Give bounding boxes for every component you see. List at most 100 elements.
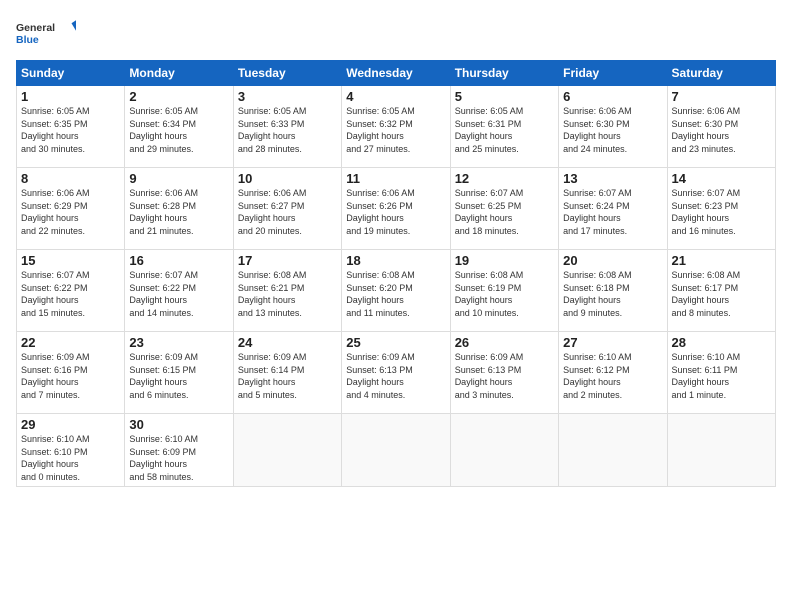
calendar-cell: 2 Sunrise: 6:05 AMSunset: 6:34 PMDayligh…: [125, 86, 233, 168]
calendar-week-3: 15 Sunrise: 6:07 AMSunset: 6:22 PMDaylig…: [17, 250, 776, 332]
day-number: 7: [672, 89, 771, 104]
day-number: 16: [129, 253, 228, 268]
day-info: Sunrise: 6:06 AMSunset: 6:27 PMDaylight …: [238, 188, 307, 236]
logo: General Blue: [16, 14, 76, 52]
calendar-cell: 21 Sunrise: 6:08 AMSunset: 6:17 PMDaylig…: [667, 250, 775, 332]
day-info: Sunrise: 6:06 AMSunset: 6:29 PMDaylight …: [21, 188, 90, 236]
day-number: 26: [455, 335, 554, 350]
day-number: 21: [672, 253, 771, 268]
day-info: Sunrise: 6:05 AMSunset: 6:33 PMDaylight …: [238, 106, 307, 154]
day-info: Sunrise: 6:07 AMSunset: 6:23 PMDaylight …: [672, 188, 741, 236]
weekday-header-thursday: Thursday: [450, 61, 558, 86]
day-info: Sunrise: 6:08 AMSunset: 6:21 PMDaylight …: [238, 270, 307, 318]
day-number: 29: [21, 417, 120, 432]
weekday-header-sunday: Sunday: [17, 61, 125, 86]
day-info: Sunrise: 6:08 AMSunset: 6:20 PMDaylight …: [346, 270, 415, 318]
calendar-cell: 30 Sunrise: 6:10 AMSunset: 6:09 PMDaylig…: [125, 414, 233, 487]
day-info: Sunrise: 6:08 AMSunset: 6:18 PMDaylight …: [563, 270, 632, 318]
calendar-cell: 27 Sunrise: 6:10 AMSunset: 6:12 PMDaylig…: [559, 332, 667, 414]
calendar-cell: 9 Sunrise: 6:06 AMSunset: 6:28 PMDayligh…: [125, 168, 233, 250]
day-info: Sunrise: 6:05 AMSunset: 6:32 PMDaylight …: [346, 106, 415, 154]
day-number: 4: [346, 89, 445, 104]
day-info: Sunrise: 6:06 AMSunset: 6:30 PMDaylight …: [563, 106, 632, 154]
calendar-cell: 20 Sunrise: 6:08 AMSunset: 6:18 PMDaylig…: [559, 250, 667, 332]
day-info: Sunrise: 6:06 AMSunset: 6:26 PMDaylight …: [346, 188, 415, 236]
day-number: 8: [21, 171, 120, 186]
day-number: 27: [563, 335, 662, 350]
page: General Blue SundayMondayTuesdayWednesda…: [0, 0, 792, 612]
day-info: Sunrise: 6:09 AMSunset: 6:13 PMDaylight …: [346, 352, 415, 400]
day-number: 23: [129, 335, 228, 350]
day-number: 20: [563, 253, 662, 268]
day-number: 28: [672, 335, 771, 350]
calendar-cell: [450, 414, 558, 487]
day-info: Sunrise: 6:09 AMSunset: 6:16 PMDaylight …: [21, 352, 90, 400]
calendar-cell: 22 Sunrise: 6:09 AMSunset: 6:16 PMDaylig…: [17, 332, 125, 414]
calendar-cell: 12 Sunrise: 6:07 AMSunset: 6:25 PMDaylig…: [450, 168, 558, 250]
weekday-header-friday: Friday: [559, 61, 667, 86]
day-number: 11: [346, 171, 445, 186]
day-info: Sunrise: 6:06 AMSunset: 6:30 PMDaylight …: [672, 106, 741, 154]
calendar-cell: 16 Sunrise: 6:07 AMSunset: 6:22 PMDaylig…: [125, 250, 233, 332]
day-number: 22: [21, 335, 120, 350]
calendar-week-4: 22 Sunrise: 6:09 AMSunset: 6:16 PMDaylig…: [17, 332, 776, 414]
day-info: Sunrise: 6:10 AMSunset: 6:09 PMDaylight …: [129, 434, 198, 482]
day-info: Sunrise: 6:07 AMSunset: 6:22 PMDaylight …: [21, 270, 90, 318]
day-number: 1: [21, 89, 120, 104]
day-info: Sunrise: 6:09 AMSunset: 6:14 PMDaylight …: [238, 352, 307, 400]
day-info: Sunrise: 6:07 AMSunset: 6:25 PMDaylight …: [455, 188, 524, 236]
day-number: 14: [672, 171, 771, 186]
calendar-cell: 3 Sunrise: 6:05 AMSunset: 6:33 PMDayligh…: [233, 86, 341, 168]
day-number: 25: [346, 335, 445, 350]
day-number: 17: [238, 253, 337, 268]
day-info: Sunrise: 6:10 AMSunset: 6:10 PMDaylight …: [21, 434, 90, 482]
calendar-cell: 19 Sunrise: 6:08 AMSunset: 6:19 PMDaylig…: [450, 250, 558, 332]
calendar: SundayMondayTuesdayWednesdayThursdayFrid…: [16, 60, 776, 487]
day-number: 30: [129, 417, 228, 432]
calendar-cell: 11 Sunrise: 6:06 AMSunset: 6:26 PMDaylig…: [342, 168, 450, 250]
calendar-cell: 24 Sunrise: 6:09 AMSunset: 6:14 PMDaylig…: [233, 332, 341, 414]
calendar-cell: 4 Sunrise: 6:05 AMSunset: 6:32 PMDayligh…: [342, 86, 450, 168]
day-number: 18: [346, 253, 445, 268]
day-number: 2: [129, 89, 228, 104]
calendar-cell: 17 Sunrise: 6:08 AMSunset: 6:21 PMDaylig…: [233, 250, 341, 332]
calendar-cell: 25 Sunrise: 6:09 AMSunset: 6:13 PMDaylig…: [342, 332, 450, 414]
weekday-header-tuesday: Tuesday: [233, 61, 341, 86]
day-info: Sunrise: 6:06 AMSunset: 6:28 PMDaylight …: [129, 188, 198, 236]
calendar-cell: 23 Sunrise: 6:09 AMSunset: 6:15 PMDaylig…: [125, 332, 233, 414]
day-number: 3: [238, 89, 337, 104]
day-info: Sunrise: 6:05 AMSunset: 6:34 PMDaylight …: [129, 106, 198, 154]
calendar-cell: 6 Sunrise: 6:06 AMSunset: 6:30 PMDayligh…: [559, 86, 667, 168]
weekday-header-saturday: Saturday: [667, 61, 775, 86]
calendar-cell: [667, 414, 775, 487]
day-number: 15: [21, 253, 120, 268]
calendar-cell: 7 Sunrise: 6:06 AMSunset: 6:30 PMDayligh…: [667, 86, 775, 168]
calendar-cell: [559, 414, 667, 487]
day-number: 9: [129, 171, 228, 186]
calendar-cell: 29 Sunrise: 6:10 AMSunset: 6:10 PMDaylig…: [17, 414, 125, 487]
day-info: Sunrise: 6:10 AMSunset: 6:12 PMDaylight …: [563, 352, 632, 400]
day-info: Sunrise: 6:09 AMSunset: 6:15 PMDaylight …: [129, 352, 198, 400]
day-number: 13: [563, 171, 662, 186]
day-info: Sunrise: 6:08 AMSunset: 6:17 PMDaylight …: [672, 270, 741, 318]
day-number: 6: [563, 89, 662, 104]
day-info: Sunrise: 6:07 AMSunset: 6:22 PMDaylight …: [129, 270, 198, 318]
calendar-week-1: 1 Sunrise: 6:05 AMSunset: 6:35 PMDayligh…: [17, 86, 776, 168]
calendar-cell: 10 Sunrise: 6:06 AMSunset: 6:27 PMDaylig…: [233, 168, 341, 250]
svg-text:Blue: Blue: [16, 34, 39, 46]
svg-text:General: General: [16, 22, 55, 34]
day-number: 12: [455, 171, 554, 186]
calendar-cell: 26 Sunrise: 6:09 AMSunset: 6:13 PMDaylig…: [450, 332, 558, 414]
calendar-cell: 1 Sunrise: 6:05 AMSunset: 6:35 PMDayligh…: [17, 86, 125, 168]
calendar-cell: 5 Sunrise: 6:05 AMSunset: 6:31 PMDayligh…: [450, 86, 558, 168]
weekday-header-wednesday: Wednesday: [342, 61, 450, 86]
day-info: Sunrise: 6:05 AMSunset: 6:35 PMDaylight …: [21, 106, 90, 154]
logo-svg: General Blue: [16, 14, 76, 52]
weekday-header-monday: Monday: [125, 61, 233, 86]
calendar-cell: 13 Sunrise: 6:07 AMSunset: 6:24 PMDaylig…: [559, 168, 667, 250]
day-number: 19: [455, 253, 554, 268]
day-number: 24: [238, 335, 337, 350]
calendar-week-2: 8 Sunrise: 6:06 AMSunset: 6:29 PMDayligh…: [17, 168, 776, 250]
calendar-cell: 8 Sunrise: 6:06 AMSunset: 6:29 PMDayligh…: [17, 168, 125, 250]
day-info: Sunrise: 6:05 AMSunset: 6:31 PMDaylight …: [455, 106, 524, 154]
